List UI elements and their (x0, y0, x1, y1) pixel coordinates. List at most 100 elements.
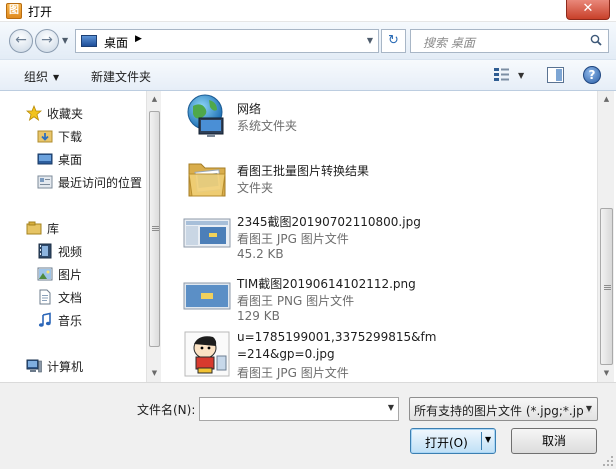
close-icon: ✕ (582, 1, 594, 16)
address-dropdown[interactable]: ▼ (367, 36, 373, 45)
file-type: 文件夹 (237, 181, 274, 195)
sidebar-item-label: 桌面 (58, 153, 83, 167)
title-bar: 图 打开 ✕ (0, 0, 616, 22)
file-name: TIM截图20190614102112.png (237, 277, 416, 291)
list-item[interactable]: u=1785199001,3375299815&fm =214&gp=0.jpg… (170, 328, 595, 382)
caret-down-icon: ▼ (53, 73, 60, 82)
open-button[interactable]: 打开(O) ▼ (410, 428, 496, 454)
sidebar-item-label: 视频 (58, 245, 83, 259)
list-item[interactable]: 网络 系统文件夹 (170, 92, 595, 154)
command-toolbar: 组织 ▼ 新建文件夹 ▼ ? (0, 59, 616, 91)
list-item[interactable]: TIM截图20190614102112.png 看图王 PNG 图片文件 129… (170, 267, 595, 329)
address-location[interactable]: 桌面 (104, 34, 128, 51)
search-placeholder: 搜索 桌面 (423, 36, 475, 50)
help-icon[interactable]: ? (583, 66, 601, 84)
close-button[interactable]: ✕ (566, 0, 610, 20)
file-type-select[interactable]: 所有支持的图片文件 (*.jpg;*.jp ▼ (409, 397, 598, 421)
file-name: 网络 (237, 102, 262, 116)
file-size: 129 KB (237, 309, 280, 323)
organize-label: 组织 (24, 70, 49, 84)
split-divider (481, 432, 482, 450)
view-options-caret-icon[interactable]: ▼ (518, 71, 524, 80)
star-icon (26, 105, 42, 121)
address-bar[interactable]: 桌面 ▶ ▼ (75, 29, 379, 53)
chevron-right-icon[interactable]: ▶ (135, 34, 142, 44)
back-button[interactable]: ← (9, 29, 33, 53)
arrow-left-icon: ← (15, 32, 27, 48)
cancel-button[interactable]: 取消 (511, 428, 597, 454)
music-icon (38, 312, 51, 327)
preview-pane-icon[interactable] (547, 67, 564, 83)
sidebar-item-label: 文档 (58, 291, 83, 305)
sidebar-item-label: 计算机 (47, 360, 84, 374)
grip-line (152, 228, 159, 229)
scroll-thumb[interactable] (600, 208, 613, 365)
search-icon[interactable] (590, 34, 602, 46)
grip-line (604, 285, 611, 286)
filename-label: 文件名(N): (137, 403, 196, 417)
filename-dropdown-icon[interactable]: ▼ (388, 403, 394, 412)
filename-input[interactable]: ▼ (199, 397, 399, 421)
file-name-line-2: =214&gp=0.jpg (237, 347, 335, 361)
search-input[interactable]: 搜索 桌面 (410, 29, 609, 53)
refresh-button[interactable]: ↻ (381, 29, 406, 53)
desktop-icon (37, 153, 53, 165)
dialog-footer: 文件名(N): ▼ 所有支持的图片文件 (*.jpg;*.jp ▼ 打开(O) … (0, 382, 616, 469)
forward-button[interactable]: → (35, 29, 59, 53)
arrow-right-icon: → (41, 32, 53, 48)
scroll-down-icon[interactable]: ▼ (599, 366, 614, 381)
image-thumbnail-icon (183, 282, 231, 310)
view-mode-icon[interactable] (494, 68, 509, 82)
window-title: 打开 (28, 5, 53, 19)
scroll-thumb[interactable] (149, 111, 160, 347)
chevron-down-icon: ▼ (582, 404, 592, 413)
computer-icon (26, 359, 42, 373)
grip-line (604, 287, 611, 288)
file-size: 45.2 KB (237, 247, 284, 261)
app-icon: 图 (6, 3, 22, 19)
resize-grip-icon[interactable] (602, 455, 614, 467)
sidebar-item-label: 最近访问的位置 (58, 176, 143, 190)
sidebar-item-label: 收藏夹 (47, 107, 84, 121)
grip-line (152, 226, 159, 227)
grip-line (152, 230, 159, 231)
documents-icon (39, 289, 51, 305)
file-name: 看图王批量图片转换结果 (237, 164, 370, 178)
list-item[interactable]: 2345截图20190702110800.jpg 看图王 JPG 图片文件 45… (170, 205, 595, 263)
file-type: 看图王 PNG 图片文件 (237, 294, 355, 308)
new-folder-button[interactable]: 新建文件夹 (91, 68, 151, 85)
file-name-line-1: u=1785199001,3375299815&fm (237, 330, 437, 344)
file-list: 网络 系统文件夹 看图王批量图片转换结果 文件夹 2345截图201907021… (170, 91, 595, 382)
image-thumbnail-icon (184, 331, 230, 377)
navigation-pane: 收藏夹 下载 桌面 最近访问的位置 库 视频 图片 文档 音乐 计算机 (0, 91, 160, 382)
sidebar-item-label: 图片 (58, 268, 83, 282)
folder-icon (188, 163, 226, 197)
desktop-icon (81, 35, 97, 47)
file-type-value: 所有支持的图片文件 (*.jpg;*.jp (414, 404, 584, 418)
sidebar-item-label: 库 (47, 222, 60, 236)
downloads-folder-icon (37, 130, 53, 143)
scroll-up-icon[interactable]: ▲ (147, 92, 162, 107)
network-icon (187, 94, 224, 137)
pictures-icon (37, 267, 53, 281)
image-thumbnail-icon (183, 218, 231, 248)
refresh-icon: ↻ (388, 33, 399, 48)
file-name: 2345截图20190702110800.jpg (237, 215, 421, 229)
file-type: 系统文件夹 (237, 119, 298, 133)
scroll-down-icon[interactable]: ▼ (147, 366, 162, 381)
file-list-scrollbar[interactable]: ▲ ▼ (597, 91, 614, 382)
libraries-icon (26, 221, 42, 235)
organize-button[interactable]: 组织 ▼ (24, 68, 59, 85)
open-options-dropdown-icon[interactable]: ▼ (485, 435, 491, 444)
scroll-up-icon[interactable]: ▲ (599, 92, 614, 107)
file-type: 看图王 JPG 图片文件 (237, 232, 349, 246)
file-type: 看图王 JPG 图片文件 (237, 366, 349, 380)
recent-locations-dropdown[interactable]: ▼ (62, 36, 68, 45)
recent-places-icon (37, 175, 53, 189)
navigation-pane-scrollbar[interactable]: ▲ ▼ (146, 91, 161, 382)
sidebar-item-label: 下载 (58, 130, 83, 144)
sidebar-item-label: 音乐 (58, 314, 83, 328)
address-row: ← → ▼ 桌面 ▶ ▼ ↻ 搜索 桌面 (0, 22, 616, 59)
videos-icon (38, 243, 52, 259)
grip-line (604, 289, 611, 290)
